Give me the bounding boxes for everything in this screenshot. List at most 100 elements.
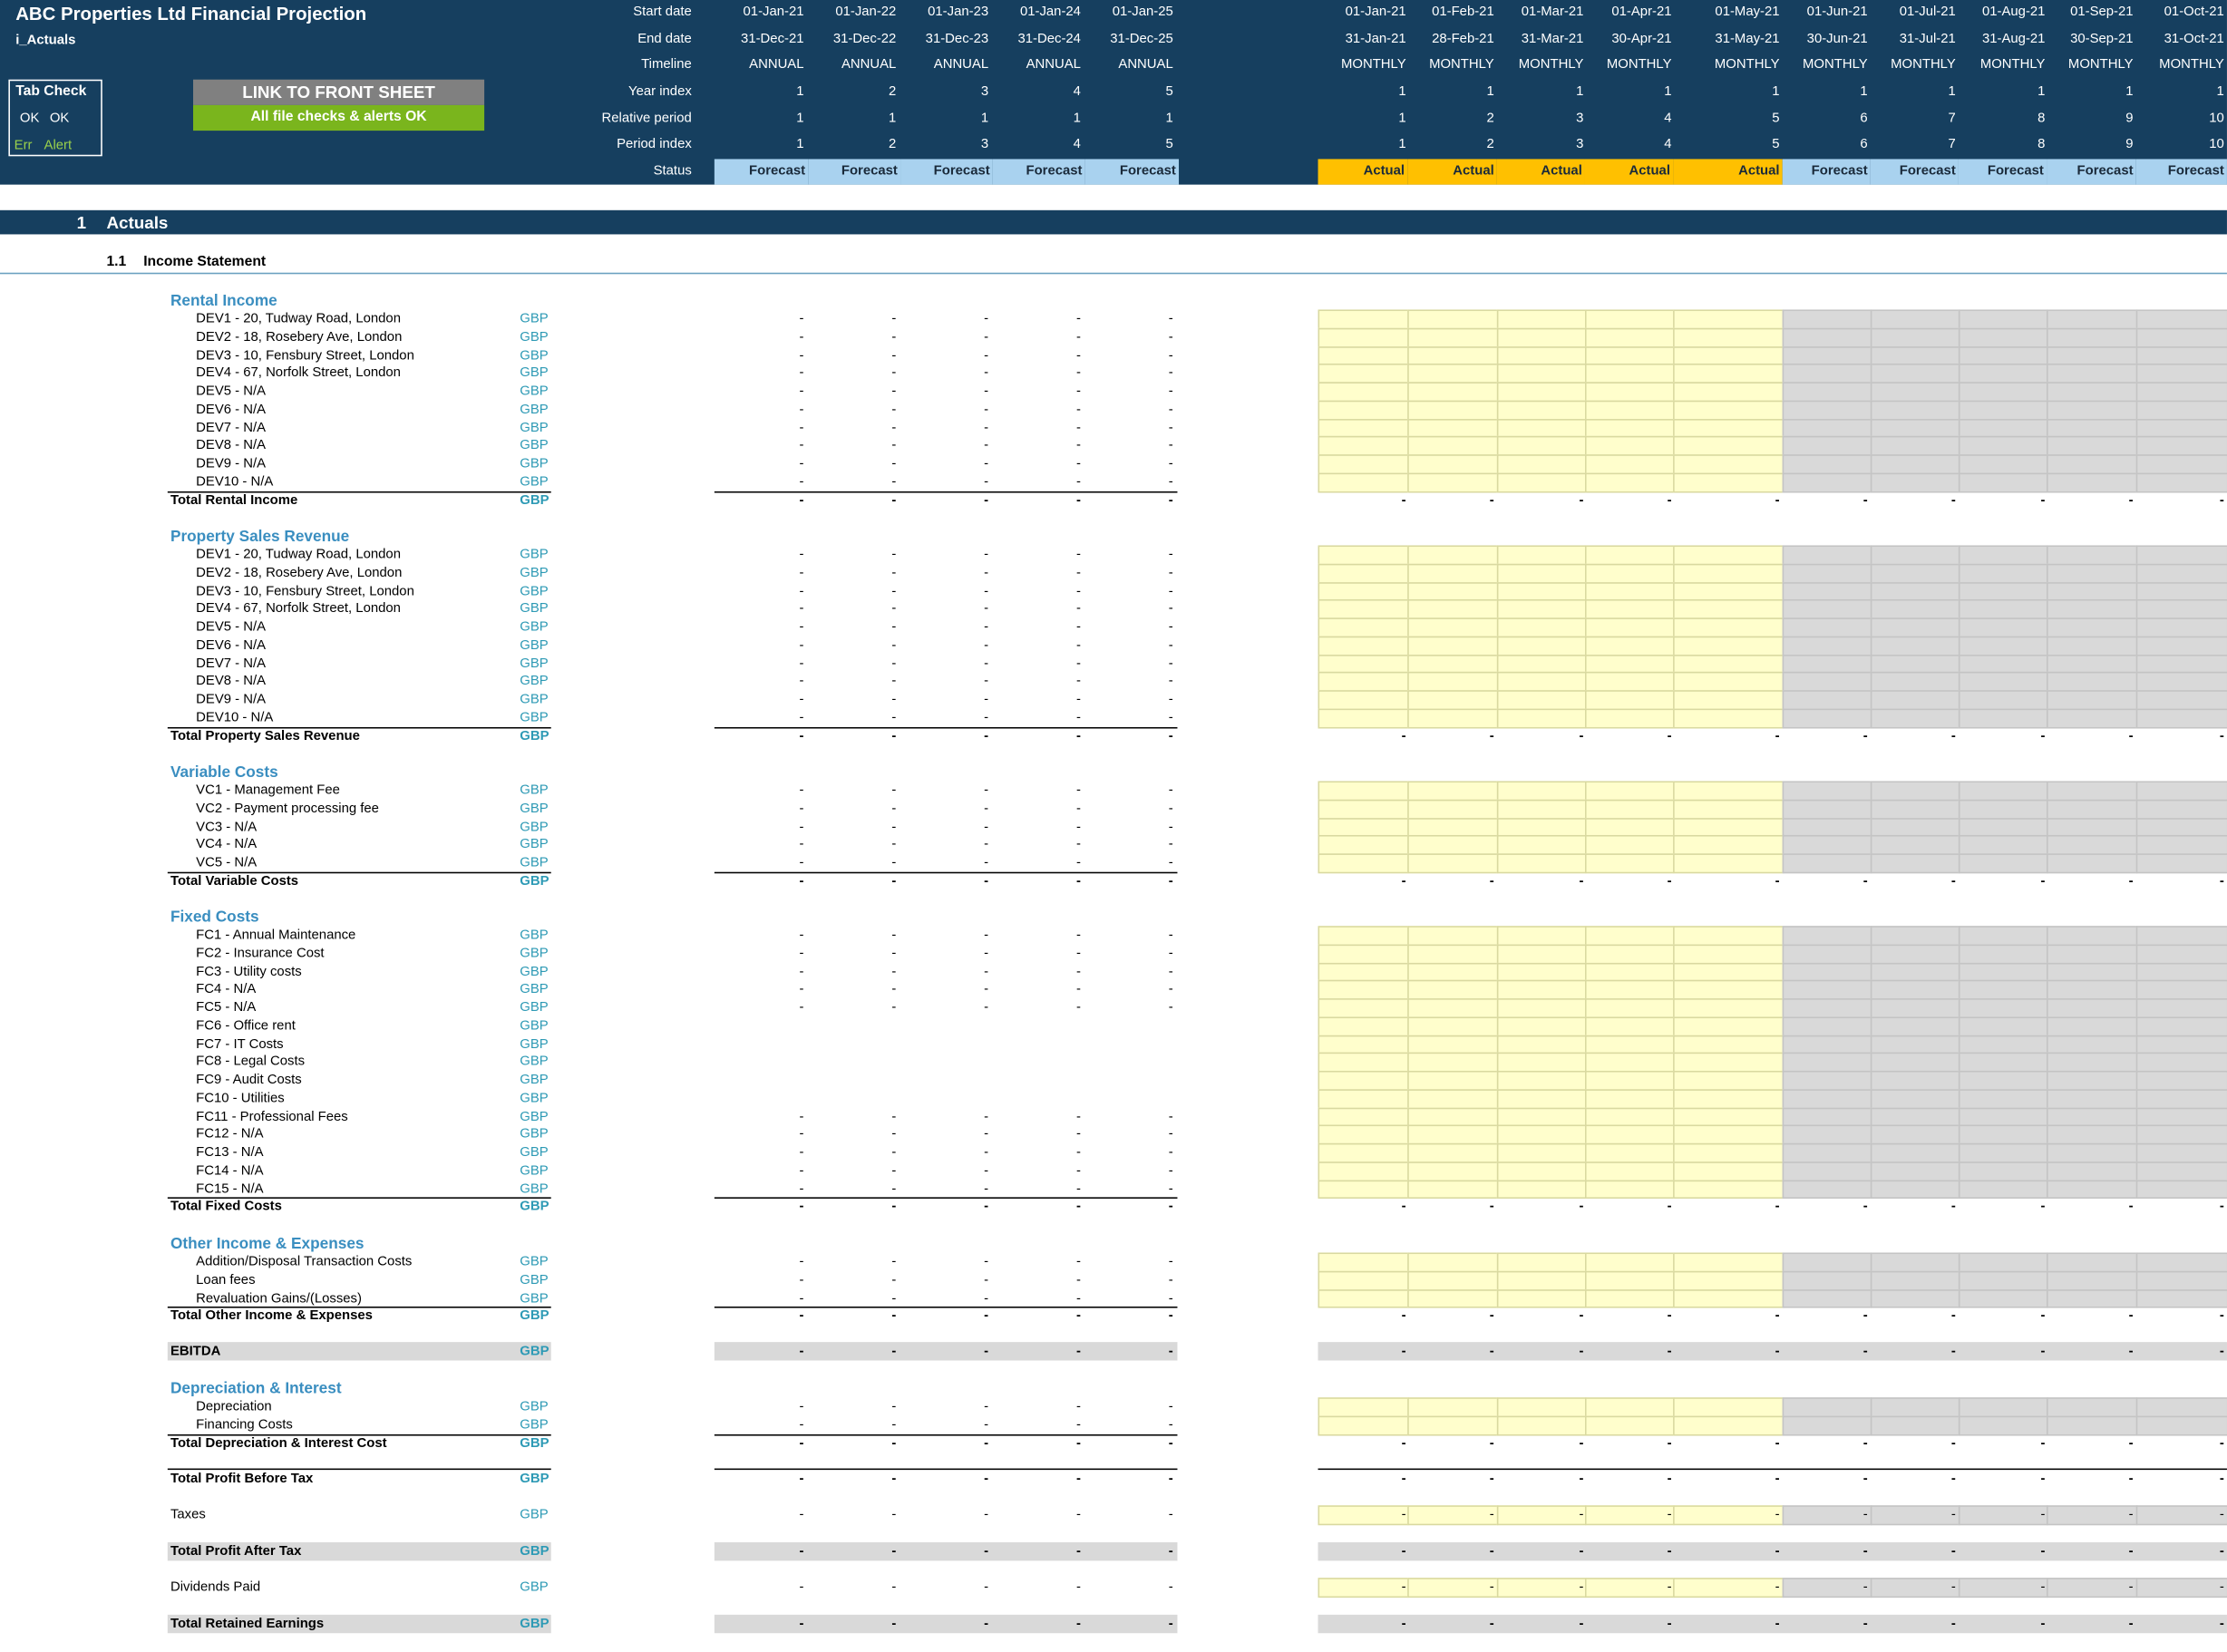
actual-input-cell[interactable] — [1496, 418, 1587, 438]
actual-input-cell[interactable] — [1673, 853, 1785, 873]
actual-input-cell[interactable] — [1318, 781, 1409, 802]
actual-input-cell[interactable] — [1584, 1415, 1675, 1435]
actual-input-cell[interactable] — [1318, 926, 1409, 946]
actual-input-cell[interactable] — [1584, 1053, 1675, 1073]
actual-input-cell[interactable] — [1318, 1016, 1409, 1036]
actual-input-cell[interactable] — [1584, 364, 1675, 384]
actual-input-cell[interactable] — [1673, 382, 1785, 402]
actual-input-cell[interactable] — [1496, 835, 1587, 855]
actual-input-cell[interactable] — [1496, 799, 1587, 819]
actual-input-cell[interactable] — [1496, 944, 1587, 964]
actual-input-cell[interactable] — [1318, 382, 1409, 402]
actual-input-cell[interactable] — [1318, 327, 1409, 347]
actual-input-cell[interactable] — [1496, 1397, 1587, 1417]
actual-input-cell[interactable] — [1318, 690, 1409, 710]
actual-input-cell[interactable] — [1673, 799, 1785, 819]
actual-input-cell[interactable] — [1407, 1270, 1499, 1290]
actual-input-cell[interactable] — [1584, 1161, 1675, 1181]
actual-input-cell[interactable] — [1407, 944, 1499, 964]
actual-input-cell[interactable] — [1673, 690, 1785, 710]
actual-input-cell[interactable] — [1318, 472, 1409, 492]
actual-input-cell[interactable] — [1407, 400, 1499, 420]
actual-input-cell[interactable] — [1496, 309, 1587, 329]
actual-input-cell[interactable] — [1584, 309, 1675, 329]
actual-input-cell[interactable] — [1407, 1124, 1499, 1145]
actual-input-cell[interactable] — [1318, 599, 1409, 619]
actual-input-cell[interactable] — [1496, 382, 1587, 402]
actual-input-cell[interactable] — [1407, 654, 1499, 674]
actual-input-cell[interactable] — [1673, 1053, 1785, 1073]
actual-input-cell[interactable] — [1584, 1106, 1675, 1127]
actual-input-cell[interactable] — [1318, 817, 1409, 837]
actual-input-cell[interactable] — [1407, 545, 1499, 565]
actual-input-cell[interactable] — [1584, 1288, 1675, 1308]
actual-input-cell[interactable] — [1407, 617, 1499, 637]
actual-input-cell[interactable] — [1673, 617, 1785, 637]
actual-input-cell[interactable] — [1496, 654, 1587, 674]
actual-input-cell[interactable] — [1407, 599, 1499, 619]
actual-input-cell[interactable] — [1407, 1106, 1499, 1127]
actual-input-cell[interactable] — [1673, 1142, 1785, 1163]
actual-input-cell[interactable] — [1496, 672, 1587, 692]
actual-input-cell[interactable] — [1496, 327, 1587, 347]
actual-input-cell[interactable] — [1496, 563, 1587, 583]
actual-input-cell[interactable] — [1318, 309, 1409, 329]
actual-input-cell[interactable] — [1407, 327, 1499, 347]
actual-input-cell[interactable] — [1496, 1142, 1587, 1163]
actual-input-cell[interactable] — [1407, 472, 1499, 492]
actual-input-cell[interactable] — [1496, 1179, 1587, 1200]
actual-input-cell[interactable] — [1673, 708, 1785, 728]
actual-input-cell[interactable] — [1496, 853, 1587, 873]
actual-input-cell[interactable] — [1496, 781, 1587, 802]
actual-input-cell[interactable] — [1407, 1035, 1499, 1054]
actual-input-cell[interactable] — [1318, 799, 1409, 819]
actual-input-cell[interactable] — [1496, 1288, 1587, 1308]
actual-input-cell[interactable] — [1318, 1252, 1409, 1273]
actual-input-cell[interactable] — [1496, 1088, 1587, 1109]
actual-input-cell[interactable] — [1407, 309, 1499, 329]
actual-input-cell[interactable] — [1584, 545, 1675, 565]
actual-input-cell[interactable] — [1318, 1053, 1409, 1073]
actual-input-cell[interactable] — [1584, 581, 1675, 601]
actual-input-cell[interactable] — [1673, 835, 1785, 855]
actual-input-cell[interactable] — [1584, 418, 1675, 438]
actual-input-cell[interactable] — [1584, 690, 1675, 710]
actual-input-cell[interactable] — [1673, 1035, 1785, 1054]
actual-input-cell[interactable] — [1407, 672, 1499, 692]
actual-input-cell[interactable] — [1584, 835, 1675, 855]
actual-input-cell[interactable] — [1407, 1252, 1499, 1273]
actual-input-cell[interactable] — [1318, 545, 1409, 565]
actual-input-cell[interactable] — [1673, 581, 1785, 601]
actual-input-cell[interactable] — [1584, 1124, 1675, 1145]
actual-input-cell[interactable] — [1584, 327, 1675, 347]
actual-input-cell[interactable] — [1496, 926, 1587, 946]
actual-input-cell[interactable] — [1673, 345, 1785, 365]
link-to-front-sheet-button[interactable]: LINK TO FRONT SHEET — [193, 79, 485, 105]
actual-input-cell[interactable] — [1318, 962, 1409, 982]
actual-input-cell[interactable] — [1407, 1053, 1499, 1073]
actual-input-cell[interactable] — [1584, 617, 1675, 637]
actual-input-cell[interactable] — [1318, 345, 1409, 365]
actual-input-cell[interactable] — [1584, 636, 1675, 656]
actual-input-cell[interactable] — [1496, 345, 1587, 365]
actual-input-cell[interactable] — [1407, 980, 1499, 1000]
actual-input-cell[interactable] — [1318, 1270, 1409, 1290]
actual-input-cell[interactable] — [1496, 962, 1587, 982]
actual-input-cell[interactable] — [1673, 327, 1785, 347]
actual-input-cell[interactable] — [1673, 418, 1785, 438]
actual-input-cell[interactable] — [1496, 1106, 1587, 1127]
actual-input-cell[interactable] — [1407, 418, 1499, 438]
actual-input-cell[interactable] — [1318, 980, 1409, 1000]
actual-input-cell[interactable] — [1496, 1270, 1587, 1290]
actual-input-cell[interactable] — [1496, 1070, 1587, 1091]
actual-input-cell[interactable] — [1584, 472, 1675, 492]
actual-input-cell[interactable] — [1318, 581, 1409, 601]
actual-input-cell[interactable] — [1673, 1106, 1785, 1127]
actual-input-cell[interactable] — [1407, 799, 1499, 819]
actual-input-cell[interactable] — [1318, 400, 1409, 420]
actual-input-cell[interactable] — [1673, 599, 1785, 619]
actual-input-cell[interactable] — [1318, 1415, 1409, 1435]
actual-input-cell[interactable] — [1673, 545, 1785, 565]
actual-input-cell[interactable] — [1496, 472, 1587, 492]
actual-input-cell[interactable] — [1673, 1124, 1785, 1145]
